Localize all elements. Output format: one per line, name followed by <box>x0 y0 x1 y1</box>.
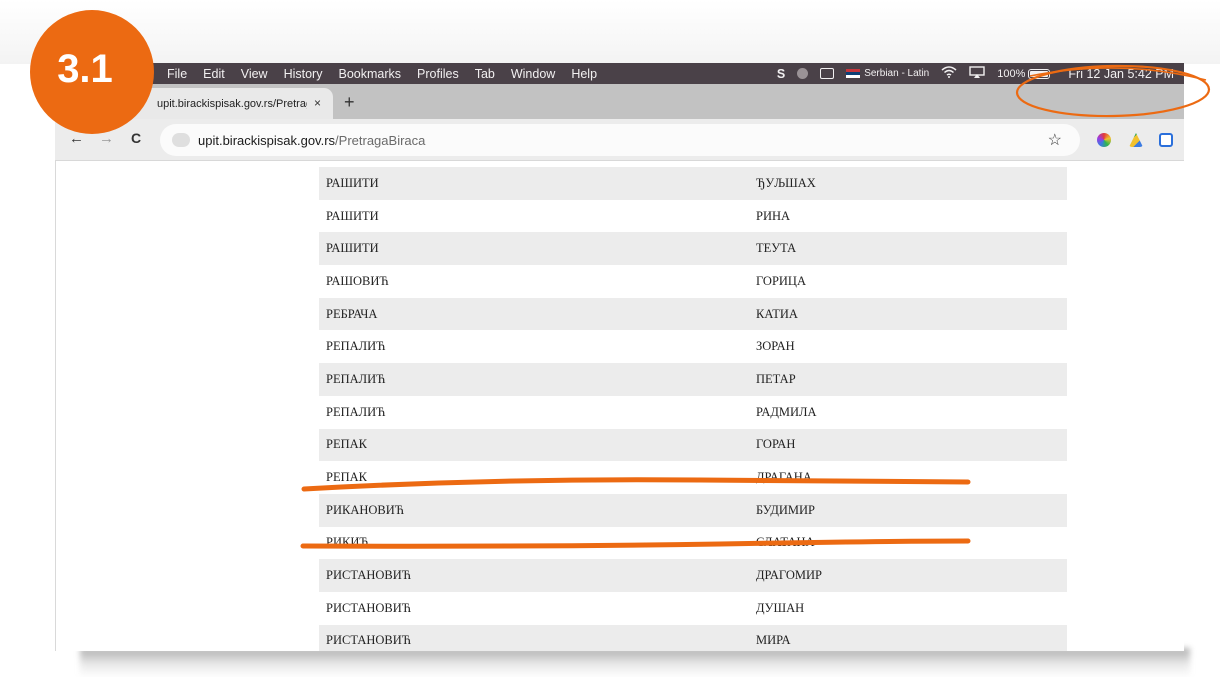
menu-file[interactable]: File <box>167 67 187 81</box>
surname-cell: РАШИТИ <box>326 175 379 190</box>
table-row: РЕПАЛИЋ ПЕТАР <box>319 363 1067 396</box>
name-cell: ДРАГАНА <box>756 470 812 485</box>
tab-title: upit.birackispisak.gov.rs/PretragaBiraca <box>157 97 307 110</box>
name-cell: ЗОРАН <box>756 339 795 354</box>
table-row: РИСТАНОВИЋ МИРА <box>319 624 1067 651</box>
tab-strip: upit.birackispisak.gov.rs/PretragaBiraca… <box>55 84 1184 119</box>
menu-help[interactable]: Help <box>571 67 597 81</box>
table-row: РИКАНОВИЋ БУДИМИР <box>319 493 1067 527</box>
tab-close-icon[interactable]: × <box>314 96 321 110</box>
url-path: /PretragaBiraca <box>335 132 426 148</box>
table-row: РИКИЋ СЛАТАНА <box>319 526 1067 560</box>
s-status-icon[interactable]: S <box>777 67 785 81</box>
input-source-label: Serbian - Latin <box>864 68 930 79</box>
surname-cell: РИСТАНОВИЋ <box>326 568 412 583</box>
tab-active[interactable]: upit.birackispisak.gov.rs/PretragaBiraca… <box>127 88 333 119</box>
surname-cell: РЕПАК <box>326 470 367 485</box>
table-row: РЕБРАЧА КАТИА <box>319 297 1067 331</box>
site-settings-icon[interactable] <box>172 133 190 147</box>
table-row: РАШОВИЋ ГОРИЦА <box>319 265 1067 298</box>
menu-edit[interactable]: Edit <box>203 67 225 81</box>
serbian-flag-icon <box>846 68 861 79</box>
step-badge: 3.1 <box>30 10 154 134</box>
airplay-icon[interactable] <box>969 66 985 81</box>
mac-menubar: File Edit View History Bookmarks Profile… <box>55 63 1184 84</box>
address-bar[interactable]: upit.birackispisak.gov.rs/PretragaBiraca… <box>160 124 1080 156</box>
name-cell: ПЕТАР <box>756 371 796 386</box>
surname-cell: РЕПАК <box>326 437 367 452</box>
name-cell: МИРА <box>756 633 791 648</box>
app-menu: File Edit View History Bookmarks Profile… <box>167 67 613 81</box>
table-row: РАШИТИ ЂУЉШАХ <box>319 167 1067 200</box>
table-row: РЕПАЛИЋ РАДМИЛА <box>319 395 1067 429</box>
name-cell: ГОРИЦА <box>756 273 806 288</box>
surname-cell: РЕПАЛИЋ <box>326 404 386 419</box>
surname-cell: РАШИТИ <box>326 241 379 256</box>
table-row: РАШИТИ РИНА <box>319 199 1067 233</box>
battery-indicator[interactable]: 100% <box>997 67 1051 80</box>
new-tab-button[interactable]: + <box>344 92 355 113</box>
extension-icon[interactable] <box>1159 133 1173 147</box>
surname-cell: РЕБРАЧА <box>326 306 378 321</box>
surname-cell: РИКАНОВИЋ <box>326 502 405 517</box>
surname-cell: РИКИЋ <box>326 535 369 550</box>
name-cell: КАТИА <box>756 306 798 321</box>
table-row: РИСТАНОВИЋ ДУШАН <box>319 591 1067 625</box>
table-row: РЕПАЛИЋ ЗОРАН <box>319 330 1067 364</box>
menu-window[interactable]: Window <box>511 67 555 81</box>
battery-percent: 100% <box>997 67 1026 80</box>
table-row: РЕПАК ДРАГАНА <box>319 461 1067 494</box>
name-cell: ЂУЉШАХ <box>756 175 816 190</box>
browser-toolbar: ← → C upit.birackispisak.gov.rs/Pretraga… <box>55 119 1184 161</box>
color-extension-icon[interactable] <box>1097 133 1111 147</box>
voter-table: РАШИТИ ЂУЉШАХ РАШИТИ РИНА РАШИТИ ТЕУТА РАШОВИЋ… <box>319 167 1067 651</box>
drive-extension-icon[interactable] <box>1129 133 1143 147</box>
name-cell: ДРАГОМИР <box>756 568 822 583</box>
reload-button[interactable]: C <box>131 130 141 146</box>
surname-cell: РЕПАЛИЋ <box>326 371 386 386</box>
name-cell: ТЕУТА <box>756 241 797 256</box>
name-cell: ДУШАН <box>756 600 805 615</box>
surname-cell: РИСТАНОВИЋ <box>326 600 412 615</box>
table-row: РЕПАК ГОРАН <box>319 428 1067 462</box>
screenshot-frame: File Edit View History Bookmarks Profile… <box>55 63 1184 651</box>
drop-shadow <box>80 648 1190 677</box>
name-cell: РИНА <box>756 208 791 223</box>
name-cell: РАДМИЛА <box>756 404 817 419</box>
app-status-icon[interactable] <box>797 68 809 79</box>
menu-bookmarks[interactable]: Bookmarks <box>338 67 401 81</box>
table-row: РИСТАНОВИЋ ДРАГОМИР <box>319 559 1067 592</box>
menu-history[interactable]: History <box>284 67 323 81</box>
table-row: РАШИТИ ТЕУТА <box>319 232 1067 266</box>
bookmark-star-icon[interactable]: ☆ <box>1048 130 1062 150</box>
menu-tab[interactable]: Tab <box>475 67 495 81</box>
name-cell: СЛАТАНА <box>756 535 815 550</box>
backdrop <box>0 0 1220 64</box>
surname-cell: РЕПАЛИЋ <box>326 339 386 354</box>
surname-cell: РАШОВИЋ <box>326 273 389 288</box>
url-domain: upit.birackispisak.gov.rs <box>198 132 336 148</box>
page-edge <box>55 161 56 651</box>
surname-cell: РИСТАНОВИЋ <box>326 633 412 648</box>
menu-profiles[interactable]: Profiles <box>417 67 459 81</box>
name-cell: ГОРАН <box>756 437 796 452</box>
wifi-icon[interactable] <box>941 66 957 81</box>
name-cell: БУДИМИР <box>756 502 815 517</box>
clock[interactable]: Fri 12 Jan 5:42 PM <box>1068 67 1174 81</box>
surname-cell: РАШИТИ <box>326 208 379 223</box>
battery-icon <box>1028 68 1051 79</box>
keyboard-status-icon[interactable] <box>820 68 835 79</box>
status-area: S Serbian - Latin 100% Fri 12 Jan 5:42 P… <box>777 63 1174 84</box>
menu-view[interactable]: View <box>241 67 268 81</box>
input-source[interactable]: Serbian - Latin <box>846 68 929 79</box>
